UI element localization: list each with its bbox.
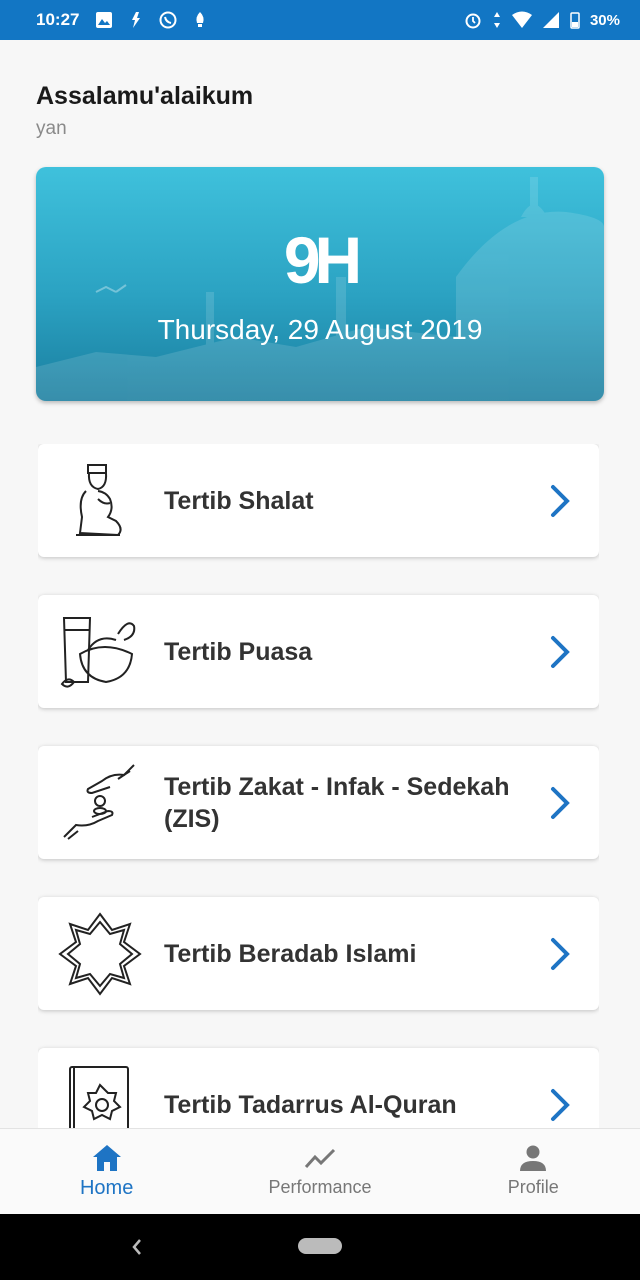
person-icon: [520, 1145, 547, 1171]
chevron-right-icon: [551, 1089, 570, 1121]
menu-item-label: Tertib Shalat: [164, 486, 314, 515]
menu-list: Tertib Shalat Tertib Puasa Tertib Zakat …: [38, 444, 599, 1128]
current-date: Thursday, 29 August 2019: [157, 314, 483, 345]
username-label: yan: [36, 118, 67, 139]
nav-profile-label: Profile: [507, 1177, 559, 1197]
status-time: 10:27: [36, 10, 80, 29]
quran-book-icon: [69, 1065, 129, 1128]
system-navigation-bar: [0, 1214, 640, 1280]
data-notification-icon: [132, 12, 141, 28]
bottom-navigation: Home Performance Profile: [0, 1128, 640, 1214]
islamic-star-icon: [58, 911, 142, 996]
nav-performance[interactable]: Performance: [213, 1129, 426, 1214]
menu-item-label: Tertib Tadarrus Al-Quran: [164, 1090, 457, 1119]
date-banner: 9H Thursday, 29 August 2019: [36, 167, 604, 401]
home-gesture-pill[interactable]: [298, 1238, 342, 1254]
chevron-right-icon: [551, 636, 570, 668]
home-icon: [92, 1145, 121, 1171]
greeting-title: Assalamu'alaikum: [36, 82, 254, 110]
menu-item-tertib-tadarrus[interactable]: Tertib Tadarrus Al-Quran: [38, 1048, 599, 1128]
rocket-notification-icon: [196, 12, 205, 27]
battery-icon: [570, 12, 580, 29]
nav-performance-label: Performance: [268, 1177, 372, 1197]
trending-chart-icon: [304, 1148, 336, 1169]
fasting-food-icon: [60, 616, 136, 688]
nav-home[interactable]: Home: [0, 1129, 213, 1214]
menu-item-tertib-shalat[interactable]: Tertib Shalat: [38, 444, 599, 557]
nav-profile[interactable]: Profile: [427, 1129, 640, 1214]
menu-item-tertib-puasa[interactable]: Tertib Puasa: [38, 595, 599, 708]
data-arrows-icon: [493, 12, 500, 28]
prayer-icon: [76, 463, 122, 536]
status-bar: 10:27 30%: [0, 0, 640, 40]
app-logo: 9H: [283, 223, 362, 297]
signal-icon: [542, 12, 559, 28]
whatsapp-icon: [159, 11, 177, 29]
menu-item-tertib-beradab[interactable]: Tertib Beradab Islami: [38, 897, 599, 1010]
menu-item-label: Tertib Zakat - Infak - Sedekah (ZIS): [164, 772, 510, 833]
chevron-right-icon: [551, 485, 570, 517]
giving-hands-icon: [63, 763, 135, 840]
menu-item-tertib-zis[interactable]: Tertib Zakat - Infak - Sedekah (ZIS): [38, 746, 599, 859]
chevron-right-icon: [551, 938, 570, 970]
battery-percent: 30%: [589, 11, 620, 29]
back-icon[interactable]: [130, 1238, 144, 1256]
menu-item-label: Tertib Beradab Islami: [164, 939, 417, 968]
image-notification-icon: [96, 12, 113, 28]
menu-item-label: Tertib Puasa: [164, 637, 313, 666]
alarm-icon: [465, 13, 481, 29]
nav-home-label: Home: [79, 1177, 134, 1199]
wifi-icon: [511, 11, 532, 28]
chevron-right-icon: [551, 787, 570, 819]
